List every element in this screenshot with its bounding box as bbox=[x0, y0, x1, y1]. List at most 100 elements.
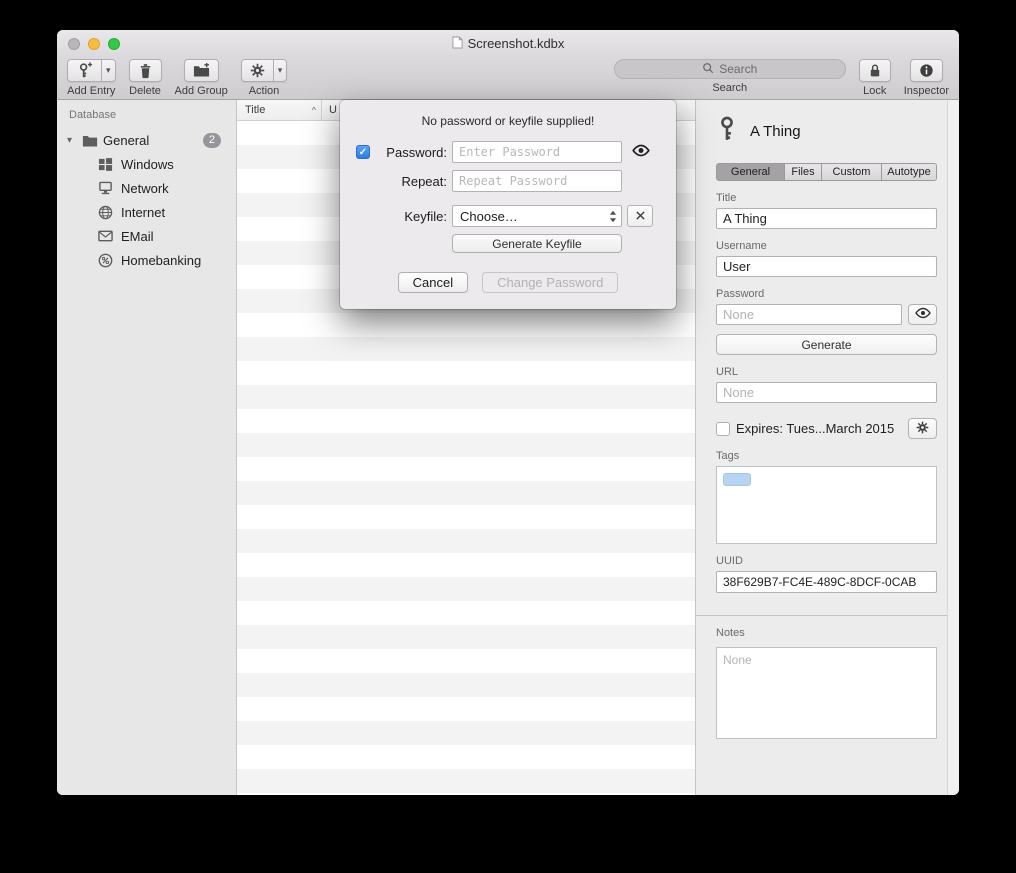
dialog-password-label: Password: bbox=[377, 145, 447, 160]
sidebar-item-email[interactable]: EMail bbox=[57, 224, 236, 248]
action-toolbar-item: ▾ Action bbox=[241, 59, 288, 97]
add-entry-label: Add Entry bbox=[67, 85, 115, 97]
stepper-icon bbox=[605, 210, 621, 223]
generate-password-button[interactable]: Generate bbox=[716, 334, 937, 355]
sidebar-item-label: Internet bbox=[121, 205, 165, 220]
inspector-toolbar-item: Inspector bbox=[904, 59, 949, 97]
password-field[interactable] bbox=[716, 304, 902, 325]
add-group-toolbar-item: Add Group bbox=[175, 59, 228, 97]
info-icon bbox=[911, 60, 942, 81]
chevron-down-icon: ▾ bbox=[278, 66, 283, 75]
clear-keyfile-button[interactable] bbox=[627, 205, 653, 227]
column-username-label: U bbox=[329, 104, 337, 116]
zoom-button[interactable] bbox=[108, 38, 120, 50]
expires-label: Expires: Tues...March 2015 bbox=[736, 421, 894, 436]
expires-checkbox[interactable] bbox=[716, 422, 730, 436]
cancel-button[interactable]: Cancel bbox=[398, 272, 468, 293]
tags-field-label: Tags bbox=[716, 450, 937, 462]
action-button[interactable]: ▾ bbox=[241, 59, 288, 82]
window-title: Screenshot.kdbx bbox=[452, 36, 565, 52]
action-label: Action bbox=[249, 85, 280, 97]
change-password-dialog: No password or keyfile supplied! Passwor… bbox=[340, 100, 676, 309]
add-entry-button[interactable]: ▾ bbox=[67, 59, 116, 82]
sidebar-item-network[interactable]: Network bbox=[57, 176, 236, 200]
sidebar-section-header: Database bbox=[57, 106, 236, 128]
dialog-buttons: Cancel Change Password bbox=[356, 272, 660, 293]
inspector-header: A Thing bbox=[716, 116, 937, 147]
notes-field-label: Notes bbox=[716, 627, 937, 639]
dialog-repeat-input[interactable] bbox=[452, 170, 622, 192]
generate-keyfile-button[interactable]: Generate Keyfile bbox=[452, 234, 622, 253]
document-icon bbox=[452, 36, 463, 52]
close-button[interactable] bbox=[68, 38, 80, 50]
password-checkbox[interactable] bbox=[356, 145, 370, 159]
inspector-button[interactable] bbox=[910, 59, 943, 82]
sidebar-item-label: Network bbox=[121, 181, 169, 196]
lock-label: Lock bbox=[863, 85, 886, 97]
url-field[interactable] bbox=[716, 382, 937, 403]
tab-autotype[interactable]: Autotype bbox=[881, 164, 936, 180]
tag-token[interactable] bbox=[723, 473, 751, 486]
tab-custom[interactable]: Custom bbox=[821, 164, 881, 180]
keyfile-select[interactable]: Choose… bbox=[452, 205, 622, 227]
dialog-password-input[interactable] bbox=[452, 141, 622, 163]
action-dropdown[interactable]: ▾ bbox=[273, 60, 287, 81]
sidebar-item-homebanking[interactable]: Homebanking bbox=[57, 248, 236, 272]
search-icon bbox=[702, 62, 714, 77]
key-plus-icon bbox=[68, 60, 101, 81]
sidebar-group-general[interactable]: ▾ General 2 bbox=[57, 128, 236, 152]
dialog-reveal-password-button[interactable] bbox=[627, 141, 655, 163]
add-entry-dropdown[interactable]: ▾ bbox=[101, 60, 115, 81]
tab-files[interactable]: Files bbox=[784, 164, 821, 180]
expires-settings-button[interactable] bbox=[908, 418, 937, 439]
sidebar-item-label: Homebanking bbox=[121, 253, 201, 268]
entry-count-badge: 2 bbox=[203, 133, 221, 148]
tab-general[interactable]: General bbox=[717, 164, 784, 180]
folder-plus-icon bbox=[185, 60, 218, 81]
sidebar-item-internet[interactable]: Internet bbox=[57, 200, 236, 224]
delete-button[interactable] bbox=[129, 59, 162, 82]
change-password-button[interactable]: Change Password bbox=[482, 272, 618, 293]
trash-icon bbox=[130, 60, 161, 81]
keyfile-select-value: Choose… bbox=[460, 209, 518, 224]
notes-field[interactable] bbox=[716, 647, 937, 739]
dialog-repeat-row: Repeat: bbox=[356, 170, 660, 192]
search-input[interactable]: Search bbox=[614, 59, 846, 79]
folder-icon bbox=[82, 132, 98, 148]
window-title-text: Screenshot.kdbx bbox=[468, 36, 565, 51]
sidebar-item-windows[interactable]: Windows bbox=[57, 152, 236, 176]
sort-ascending-icon: ^ bbox=[312, 105, 316, 115]
toolbar: ▾ Add Entry Delete A bbox=[57, 57, 959, 100]
x-icon bbox=[635, 209, 646, 224]
column-title-label: Title bbox=[245, 104, 265, 116]
tags-field[interactable] bbox=[716, 466, 937, 544]
sidebar: Database ▾ General 2 Windows bbox=[57, 100, 237, 795]
column-header-title[interactable]: Title ^ bbox=[237, 100, 322, 120]
lock-toolbar-item: Lock bbox=[859, 59, 891, 97]
title-field[interactable] bbox=[716, 208, 937, 229]
disclosure-triangle-icon[interactable]: ▾ bbox=[67, 135, 77, 146]
search-toolbar-item: Search Search bbox=[614, 59, 846, 94]
url-field-label: URL bbox=[716, 366, 937, 378]
titlebar: Screenshot.kdbx bbox=[57, 30, 959, 57]
username-field-label: Username bbox=[716, 240, 937, 252]
lock-button[interactable] bbox=[859, 59, 891, 82]
windows-icon bbox=[97, 156, 113, 172]
add-entry-toolbar-item: ▾ Add Entry bbox=[67, 59, 116, 97]
homebanking-icon bbox=[97, 252, 113, 268]
gear-icon bbox=[916, 421, 929, 437]
minimize-button[interactable] bbox=[88, 38, 100, 50]
add-group-button[interactable] bbox=[184, 59, 219, 82]
gear-icon bbox=[242, 60, 273, 81]
window-controls bbox=[68, 38, 120, 50]
email-icon bbox=[97, 228, 113, 244]
uuid-field[interactable] bbox=[716, 571, 937, 593]
inspector-tabs: General Files Custom Autotype bbox=[716, 163, 937, 181]
delete-label: Delete bbox=[129, 85, 161, 97]
eye-icon bbox=[631, 144, 651, 160]
dialog-message: No password or keyfile supplied! bbox=[356, 114, 660, 128]
reveal-password-button[interactable] bbox=[908, 304, 937, 325]
dialog-keyfile-row: Keyfile: Choose… bbox=[356, 205, 660, 227]
inspector-scrollbar[interactable] bbox=[947, 100, 959, 795]
username-field[interactable] bbox=[716, 256, 937, 277]
